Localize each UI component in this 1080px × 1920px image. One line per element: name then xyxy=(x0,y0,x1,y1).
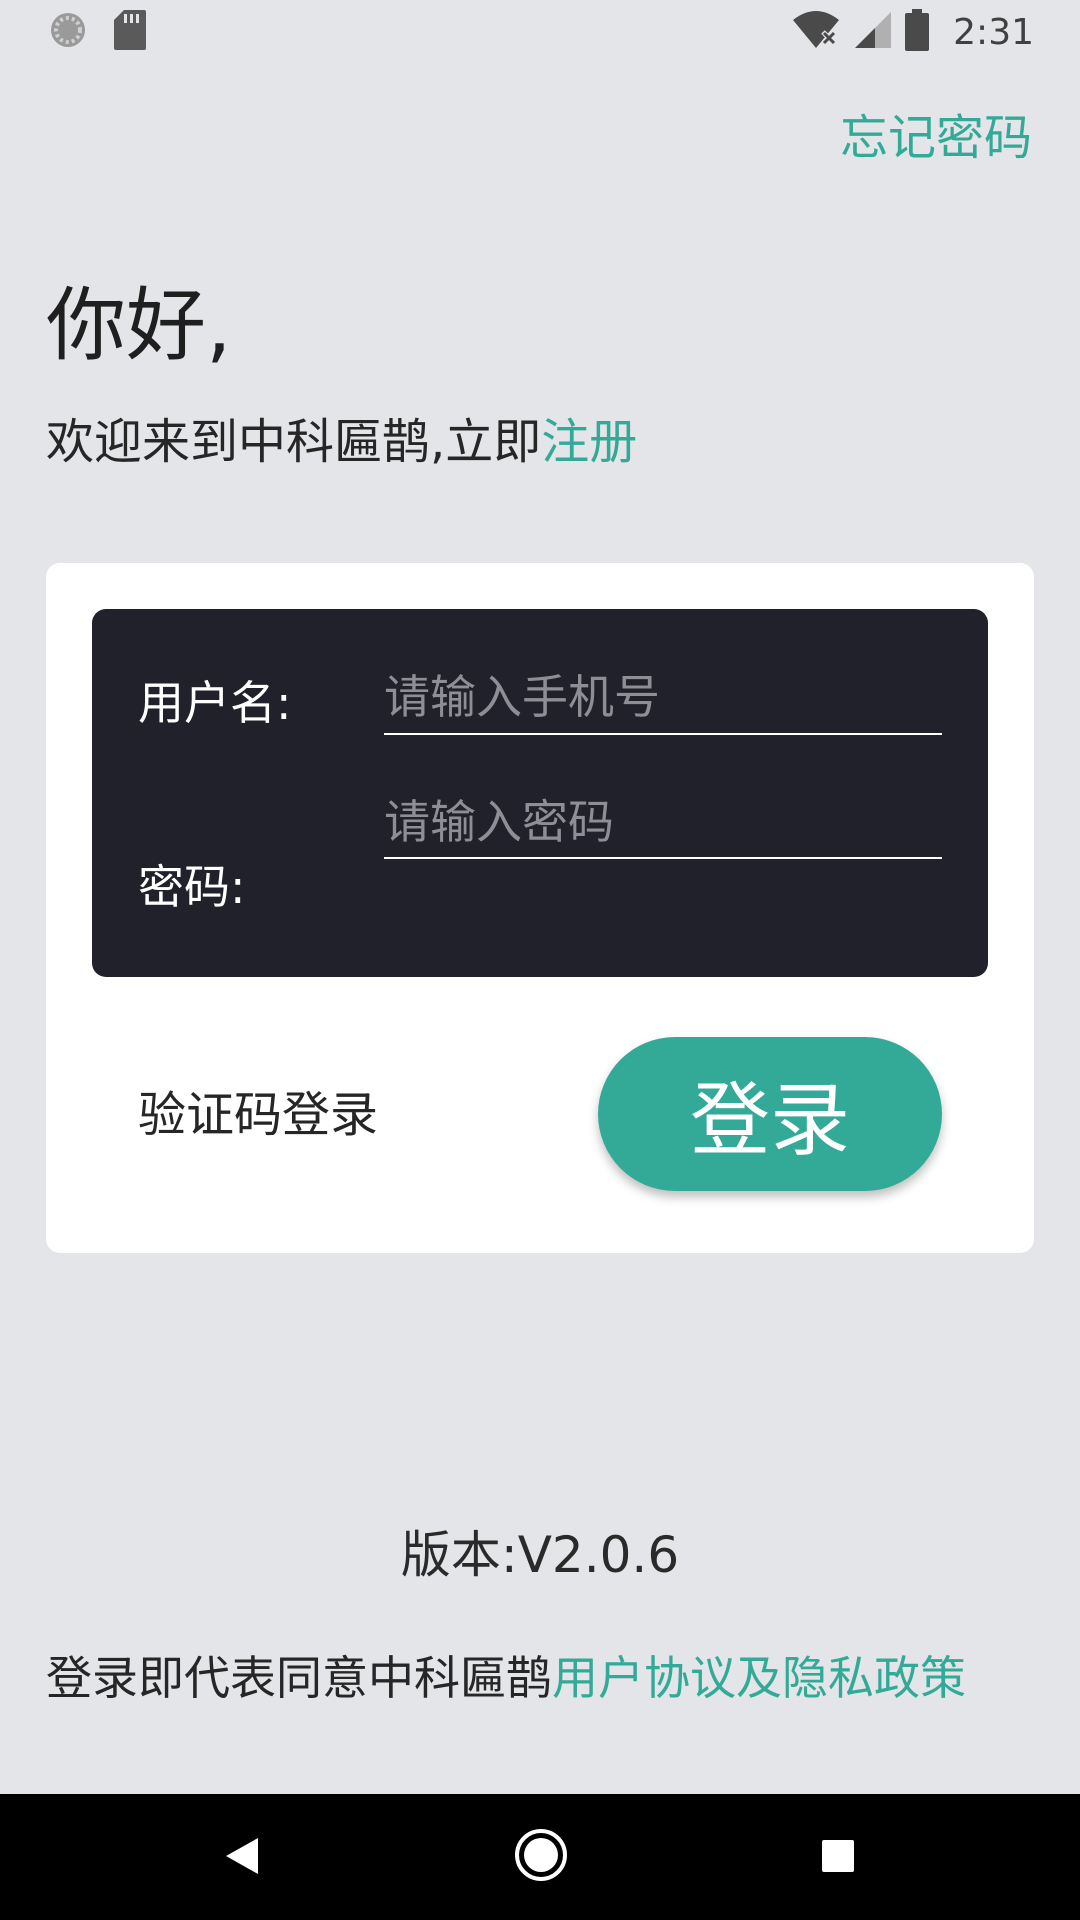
recent-apps-icon[interactable] xyxy=(820,1838,856,1878)
wifi-off-icon xyxy=(791,10,841,54)
version-text: 版本:V2.0.6 xyxy=(400,1526,680,1584)
greeting-title: 你好, xyxy=(46,279,232,372)
signal-icon xyxy=(853,10,893,54)
username-label: 用户名: xyxy=(138,676,292,730)
credentials-panel: 用户名: 密码: xyxy=(92,609,988,977)
back-icon[interactable] xyxy=(222,1834,262,1882)
sms-login-link[interactable]: 验证码登录 xyxy=(138,1083,378,1147)
agreement-text: 登录即代表同意中科匾鹊用户协议及隐私政策 xyxy=(46,1646,966,1710)
password-input[interactable] xyxy=(384,787,942,859)
home-icon[interactable] xyxy=(514,1828,568,1886)
login-card: 用户名: 密码: 验证码登录 登录 xyxy=(46,563,1034,1253)
welcome-text: 欢迎来到中科匾鹊,立即注册 xyxy=(46,410,637,474)
login-screen: 2:31 忘记密码 你好, 欢迎来到中科匾鹊,立即注册 用户名: 密码: 验证码… xyxy=(0,0,1080,1920)
forgot-password-link[interactable]: 忘记密码 xyxy=(840,106,1032,170)
status-bar: 2:31 xyxy=(0,0,1080,66)
sd-card-icon xyxy=(114,10,146,54)
welcome-prefix: 欢迎来到中科匾鹊,立即 xyxy=(46,414,542,470)
navigation-bar xyxy=(0,1794,1080,1920)
register-link[interactable]: 注册 xyxy=(541,414,637,470)
agreement-prefix: 登录即代表同意中科匾鹊 xyxy=(46,1651,552,1705)
password-label: 密码: xyxy=(138,860,246,914)
status-time: 2:31 xyxy=(953,11,1034,53)
sync-icon xyxy=(48,10,88,54)
agreement-link[interactable]: 用户协议及隐私政策 xyxy=(552,1651,966,1705)
username-input[interactable] xyxy=(384,661,942,735)
battery-icon xyxy=(905,9,930,55)
login-button[interactable]: 登录 xyxy=(598,1037,942,1191)
